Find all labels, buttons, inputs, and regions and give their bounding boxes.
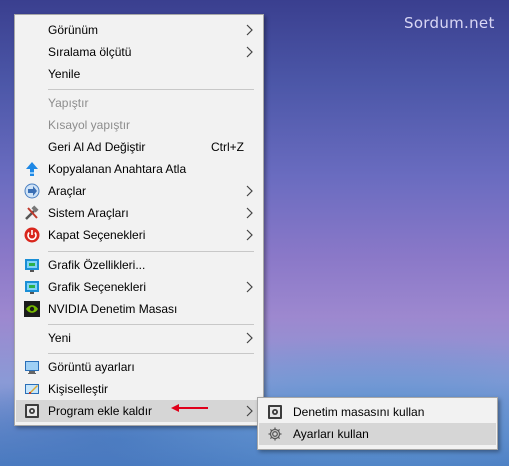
- submenu-item-use-control-panel[interactable]: Denetim masasını kullan: [259, 401, 496, 423]
- menu-separator: [48, 89, 254, 90]
- submenu-item-use-settings[interactable]: Ayarları kullan: [259, 423, 496, 445]
- chevron-right-icon: [246, 229, 253, 241]
- menu-item-new[interactable]: Yeni: [16, 327, 262, 349]
- menu-item-jump-to-key[interactable]: Kopyalanan Anahtara Atla: [16, 158, 262, 180]
- menu-item-shortcut: Ctrl+Z: [211, 140, 244, 154]
- menu-item-nvidia-control-panel[interactable]: NVIDIA Denetim Masası: [16, 298, 262, 320]
- menu-item-add-remove-programs[interactable]: Program ekle kaldır: [16, 400, 262, 422]
- menu-item-label: Yenile: [48, 67, 81, 81]
- watermark: Sordum.net: [404, 14, 495, 32]
- menu-item-view[interactable]: Görünüm: [16, 19, 262, 41]
- menu-item-label: Kişiselleştir: [48, 382, 109, 396]
- menu-item-label: Sistem Araçları: [48, 206, 129, 220]
- display-icon: [24, 359, 40, 375]
- annotation-arrow-icon: [171, 404, 208, 412]
- menu-item-graphics-options[interactable]: Grafik Seçenekleri: [16, 276, 262, 298]
- context-menu: Görünüm Sıralama ölçütü Yenile Yapıştır …: [14, 14, 264, 426]
- programs-icon: [24, 403, 40, 419]
- menu-item-label: Kapat Seçenekleri: [48, 228, 146, 242]
- menu-item-label: Program ekle kaldır: [48, 404, 153, 418]
- menu-item-tools[interactable]: Araçlar: [16, 180, 262, 202]
- menu-item-label: NVIDIA Denetim Masası: [48, 302, 178, 316]
- intel-graphics-icon: [24, 257, 40, 273]
- menu-item-undo-rename[interactable]: Geri Al Ad Değiştir Ctrl+Z: [16, 136, 262, 158]
- regjump-arrow-icon: [24, 161, 40, 177]
- personalize-icon: [24, 381, 40, 397]
- chevron-right-icon: [246, 207, 253, 219]
- menu-item-label: Görünüm: [48, 23, 99, 37]
- menu-item-label: Kopyalanan Anahtara Atla: [48, 162, 187, 176]
- menu-item-paste-shortcut[interactable]: Kısayol yapıştır: [16, 114, 262, 136]
- menu-item-label: Yeni: [48, 331, 71, 345]
- menu-item-system-tools[interactable]: Sistem Araçları: [16, 202, 262, 224]
- chevron-right-icon: [246, 281, 253, 293]
- intel-graphics-icon: [24, 279, 40, 295]
- gear-icon: [267, 426, 283, 442]
- menu-item-label: Grafik Seçenekleri: [48, 280, 147, 294]
- chevron-right-icon: [246, 185, 253, 197]
- menu-item-label: Kısayol yapıştır: [48, 118, 131, 132]
- tools-arrow-icon: [24, 183, 40, 199]
- chevron-right-icon: [246, 332, 253, 344]
- chevron-right-icon: [246, 46, 253, 58]
- menu-item-label: Yapıştır: [48, 96, 89, 110]
- menu-separator: [48, 353, 254, 354]
- chevron-right-icon: [246, 24, 253, 36]
- menu-item-label: Ayarları kullan: [293, 427, 369, 441]
- menu-item-refresh[interactable]: Yenile: [16, 63, 262, 85]
- menu-item-label: Görüntü ayarları: [48, 360, 135, 374]
- menu-item-label: Grafik Özellikleri...: [48, 258, 146, 272]
- submenu: Denetim masasını kullan Ayarları kullan: [257, 397, 498, 450]
- menu-separator: [48, 324, 254, 325]
- menu-item-paste[interactable]: Yapıştır: [16, 92, 262, 114]
- power-icon: [24, 227, 40, 243]
- menu-item-display-settings[interactable]: Görüntü ayarları: [16, 356, 262, 378]
- menu-separator: [48, 251, 254, 252]
- menu-item-personalize[interactable]: Kişiselleştir: [16, 378, 262, 400]
- menu-item-label: Geri Al Ad Değiştir: [48, 140, 146, 154]
- programs-icon: [267, 404, 283, 420]
- menu-item-sort-by[interactable]: Sıralama ölçütü: [16, 41, 262, 63]
- menu-item-shutdown-options[interactable]: Kapat Seçenekleri: [16, 224, 262, 246]
- menu-item-label: Araçlar: [48, 184, 87, 198]
- menu-item-label: Sıralama ölçütü: [48, 45, 132, 59]
- menu-item-label: Denetim masasını kullan: [293, 405, 425, 419]
- hammer-wrench-icon: [24, 205, 40, 221]
- nvidia-icon: [24, 301, 40, 317]
- menu-item-graphics-properties[interactable]: Grafik Özellikleri...: [16, 254, 262, 276]
- chevron-right-icon: [246, 405, 253, 417]
